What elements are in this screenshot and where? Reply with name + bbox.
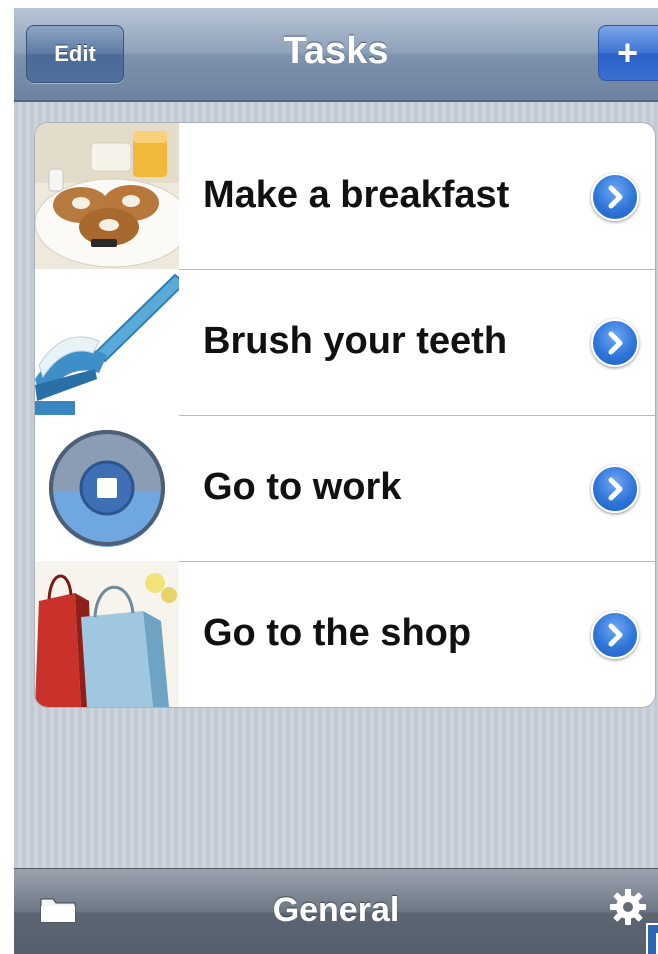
category-title: General xyxy=(272,891,400,929)
task-label: Go to work xyxy=(203,466,402,509)
chevron-right-icon xyxy=(608,623,623,647)
disclosure-button[interactable] xyxy=(591,319,639,367)
shopping-bags-image xyxy=(35,561,179,707)
app-screen: Edit Tasks + Make a breakfast Brush your… xyxy=(14,8,658,954)
disclosure-button[interactable] xyxy=(591,611,639,659)
corner-overlay-graphic xyxy=(642,919,658,954)
disclosure-button[interactable] xyxy=(591,173,639,221)
chevron-right-icon xyxy=(608,477,623,501)
disclosure-button[interactable] xyxy=(591,465,639,513)
page-title: Tasks xyxy=(283,30,389,72)
task-row-teeth[interactable]: Brush your teeth xyxy=(35,269,655,416)
task-label: Make a breakfast xyxy=(203,174,510,217)
breakfast-plate-image xyxy=(35,123,179,269)
chevron-right-icon xyxy=(608,185,623,209)
task-row-breakfast[interactable]: Make a breakfast xyxy=(35,123,655,270)
task-row-work[interactable]: Go to work xyxy=(35,415,655,562)
add-task-button[interactable]: + xyxy=(598,25,658,81)
chevron-right-icon xyxy=(608,331,623,355)
toothbrush-image xyxy=(35,269,179,415)
stop-button-image xyxy=(35,415,179,561)
task-label: Brush your teeth xyxy=(203,320,508,363)
task-row-shop[interactable]: Go to the shop xyxy=(35,561,655,707)
navigation-bar: Edit Tasks + xyxy=(14,8,658,102)
bottom-toolbar: General xyxy=(14,868,658,954)
task-label: Go to the shop xyxy=(203,612,472,655)
task-list: Make a breakfast Brush your teeth Go to … xyxy=(34,122,656,708)
